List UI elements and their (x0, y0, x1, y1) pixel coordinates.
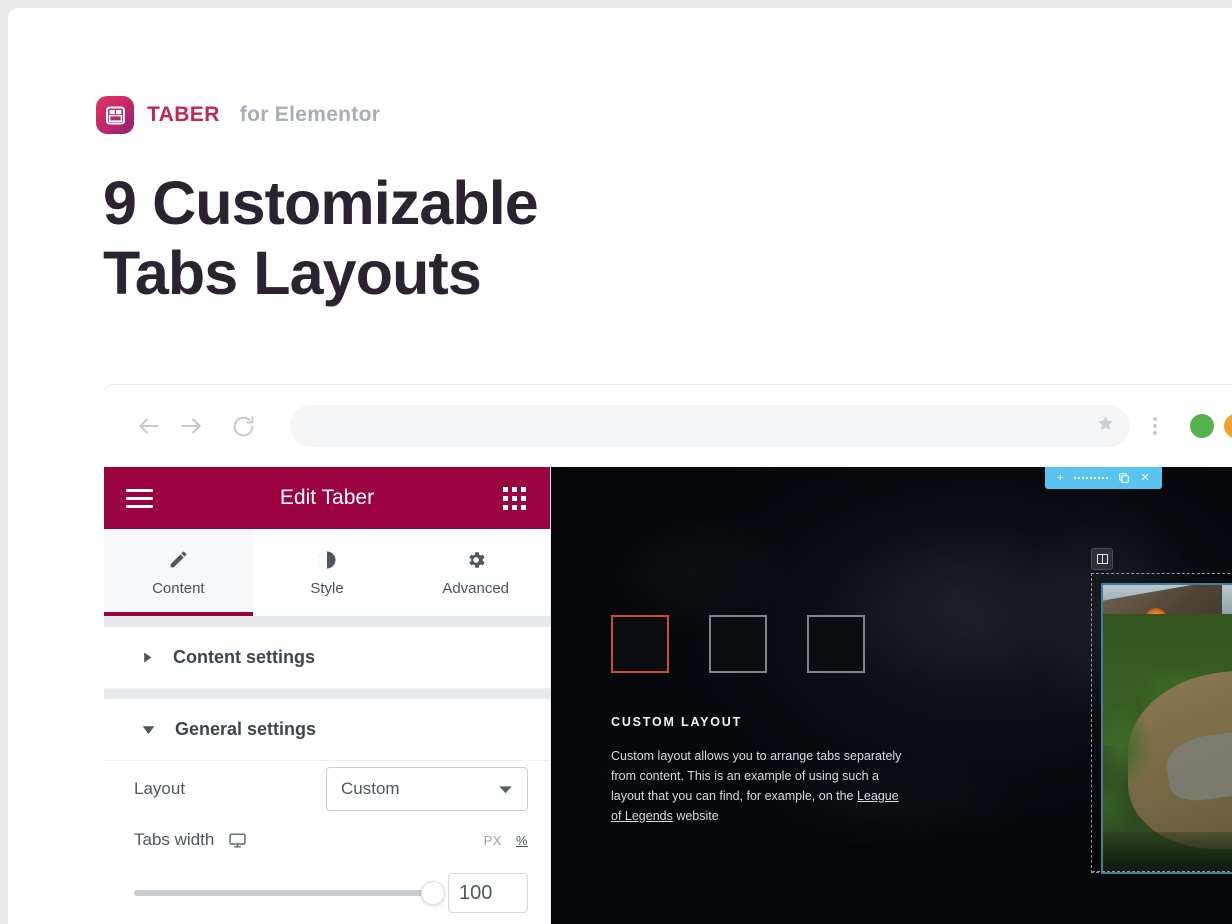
game-grass-lower (1103, 831, 1232, 872)
section-general-settings[interactable]: General settings (104, 699, 550, 761)
field-layout-label: Layout (134, 779, 186, 798)
section-content-settings[interactable]: Content settings (104, 627, 550, 689)
taber-window-icon (96, 96, 134, 134)
layout-select-value: Custom (341, 779, 400, 798)
tab-advanced[interactable]: Advanced (401, 529, 550, 616)
drag-dots-icon[interactable] (1074, 477, 1109, 479)
accordion-divider-middle (104, 689, 550, 699)
item-thumbnail-2[interactable] (709, 615, 767, 673)
elementor-preview-pane: + ✕ CUSTOM LAYOUT Custom layout allows y… (551, 467, 1232, 924)
contrast-icon (316, 549, 338, 571)
brand-name: TABER (147, 103, 220, 126)
item-thumbnail-1[interactable] (611, 615, 669, 673)
chevron-down-icon (498, 782, 513, 797)
elementor-section-toolbar: + ✕ (1045, 467, 1162, 489)
tab-style[interactable]: Style (253, 529, 402, 616)
tab-content-label: Content (152, 579, 205, 597)
duplicate-icon[interactable] (1119, 473, 1130, 483)
unit-px[interactable]: PX (484, 833, 502, 848)
tabs-thumbnail-row (611, 615, 865, 673)
pencil-icon (168, 549, 189, 571)
page-title: 9 Customizable Tabs Layouts (103, 169, 539, 307)
accordion-divider-top (104, 617, 550, 627)
brand-lockup: TABER for Elementor (96, 96, 380, 134)
caret-down-icon (142, 723, 155, 736)
brand-suffix: for Elementor (239, 103, 381, 126)
layout-select[interactable]: Custom (326, 767, 528, 811)
caret-right-icon (142, 652, 153, 663)
columns-layout-icon[interactable] (1091, 548, 1113, 570)
plus-icon[interactable]: + (1057, 472, 1063, 484)
tab-style-label: Style (310, 579, 344, 597)
preview-text-block: CUSTOM LAYOUT Custom layout allows you t… (611, 715, 911, 826)
league-of-legends-screenshot (1101, 583, 1232, 874)
gear-icon (465, 549, 487, 571)
panel-title: Edit Taber (279, 486, 375, 509)
hamburger-menu-icon[interactable] (126, 488, 153, 508)
desktop-icon[interactable] (228, 831, 247, 850)
section-general-settings-label: General settings (175, 719, 317, 739)
field-tabs-width: Tabs width PX % (104, 817, 550, 863)
tab-content[interactable]: Content (104, 529, 253, 616)
field-layout: Layout Custom (104, 761, 550, 817)
grid-apps-icon[interactable] (503, 486, 526, 510)
profile-avatar-orange[interactable] (1224, 414, 1232, 438)
panel-tabs: Content Style Advanced (104, 529, 550, 617)
screenshot-viewport: TABER for Elementor 9 Customizable Tabs … (0, 0, 1232, 924)
unit-percent[interactable]: % (516, 833, 528, 848)
arrow-right-icon[interactable] (172, 407, 210, 445)
promo-card: TABER for Elementor 9 Customizable Tabs … (8, 8, 1232, 924)
item-thumbnail-3[interactable] (807, 615, 865, 673)
tabs-width-slider[interactable] (134, 881, 445, 905)
arrow-left-icon[interactable] (130, 407, 168, 445)
game-grass-left (1103, 682, 1178, 844)
reload-icon[interactable] (224, 407, 262, 445)
field-tabs-width-label: Tabs width (134, 830, 215, 849)
tabs-width-slider-row: 100 (104, 863, 550, 913)
slider-thumb[interactable] (421, 881, 445, 905)
address-bar[interactable] (290, 405, 1130, 447)
profile-avatar-green[interactable] (1190, 414, 1214, 438)
close-icon[interactable]: ✕ (1140, 472, 1149, 484)
widget-dashed-border-bottom (1092, 871, 1232, 872)
preview-kicker: CUSTOM LAYOUT (611, 715, 743, 729)
section-content-settings-label: Content settings (173, 647, 315, 667)
unit-switcher: PX % (484, 833, 528, 848)
kebab-menu-icon[interactable] (1134, 405, 1176, 447)
tab-advanced-label: Advanced (442, 579, 510, 597)
browser-toolbar (104, 385, 1232, 467)
star-icon[interactable] (1095, 413, 1116, 439)
preview-body-part2: website (672, 809, 719, 823)
panel-header: Edit Taber (104, 467, 550, 529)
preview-body: Custom layout allows you to arrange tabs… (611, 746, 911, 826)
taber-settings-panel: Edit Taber Content Style Advanced Conten… (104, 467, 551, 924)
browser-window: Edit Taber Content Style Advanced Conten… (104, 385, 1232, 924)
settings-accordion: Content settings General settings Layout… (104, 617, 550, 913)
elementor-widget-wrapper[interactable] (1091, 548, 1232, 874)
tabs-width-input[interactable]: 100 (448, 873, 528, 913)
